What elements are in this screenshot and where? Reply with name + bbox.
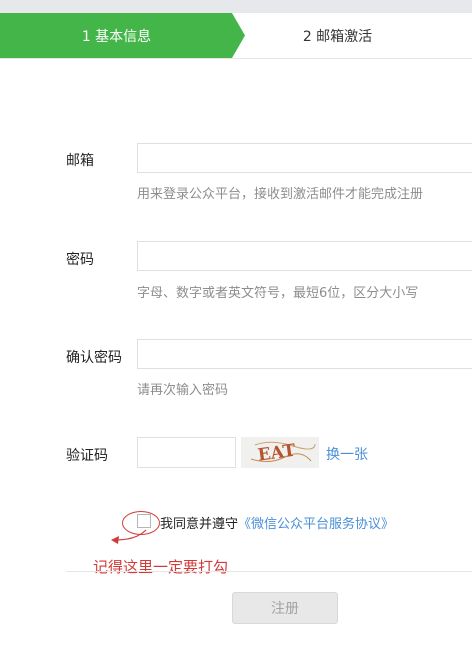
captcha-refresh-link[interactable]: 换一张 <box>326 444 368 464</box>
captcha-label: 验证码 <box>66 448 108 464</box>
captcha-text: EAT <box>257 441 298 466</box>
captcha-input[interactable] <box>137 437 236 468</box>
form-divider <box>66 571 472 572</box>
service-agreement-link[interactable]: 《微信公众平台服务协议》 <box>238 517 394 532</box>
step-basic-info: 1 基本信息 <box>0 13 245 58</box>
step-progress-bar: 1 基本信息 2 邮箱激活 <box>0 13 472 59</box>
confirm-password-hint: 请再次输入密码 <box>137 383 229 398</box>
step-email-activation-label: 2 邮箱激活 <box>302 28 373 45</box>
agreement-text: 我同意并遵守《微信公众平台服务协议》 <box>160 513 394 532</box>
email-hint: 用来登录公众平台，接收到激活邮件才能完成注册 <box>137 187 424 202</box>
annotation-text: 记得这里一定要打勾 <box>93 558 229 576</box>
email-label: 邮箱 <box>66 153 94 169</box>
step-email-activation: 2 邮箱激活 <box>245 13 472 58</box>
register-button[interactable]: 注册 <box>232 592 338 624</box>
password-label: 密码 <box>66 252 94 268</box>
confirm-password-input[interactable] <box>137 339 472 369</box>
captcha-image[interactable]: EAT <box>241 437 319 468</box>
password-input[interactable] <box>137 241 472 271</box>
password-hint: 字母、数字或者英文符号，最短6位，区分大小写 <box>137 286 419 301</box>
agreement-prefix: 我同意并遵守 <box>160 517 239 532</box>
step-basic-info-label: 1 基本信息 <box>81 28 152 45</box>
confirm-password-label: 确认密码 <box>66 350 122 366</box>
email-input[interactable] <box>137 143 472 173</box>
top-gray-strip <box>0 0 472 13</box>
annotation-arrow-icon <box>111 529 147 544</box>
